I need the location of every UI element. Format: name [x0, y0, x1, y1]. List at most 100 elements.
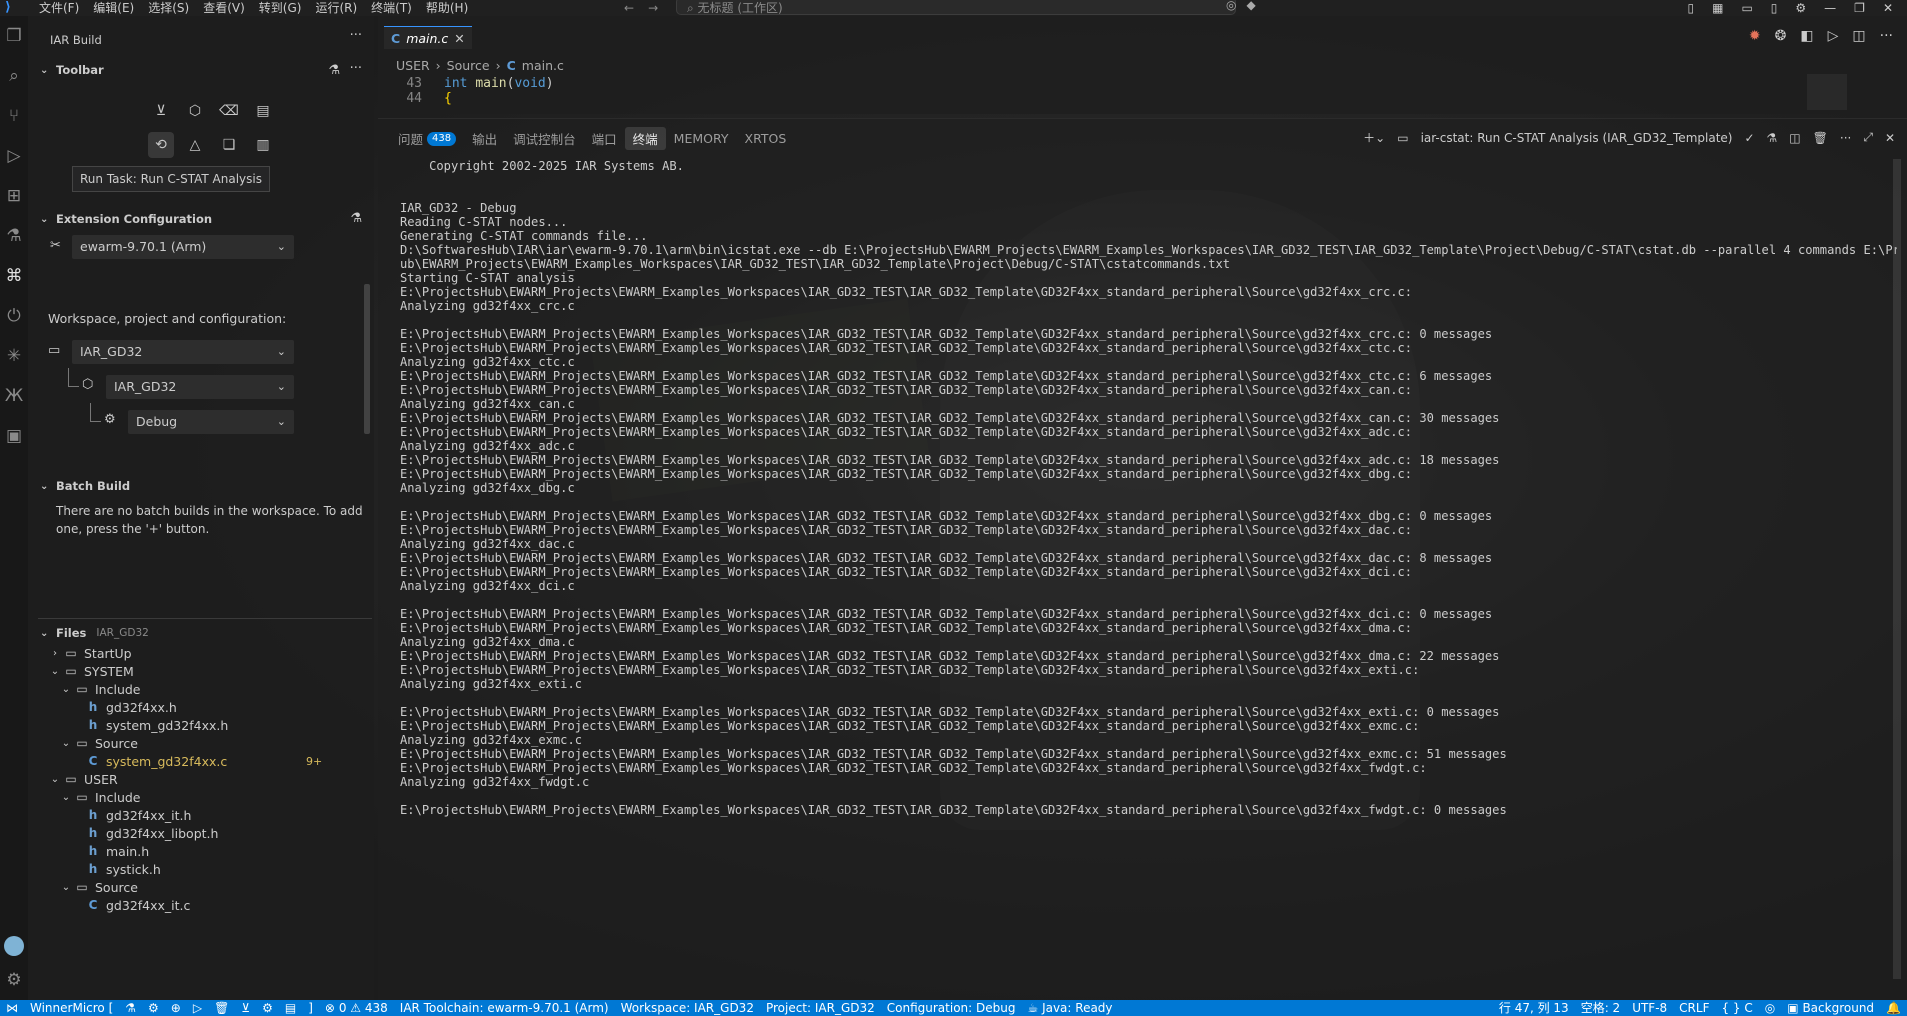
code-view[interactable]: 43 int main(void) 44{: [378, 76, 1778, 106]
account-icon[interactable]: ◆: [1246, 0, 1255, 12]
download-icon[interactable]: ⊻: [235, 1000, 256, 1016]
section-extension-config[interactable]: ⌄ Extension Configuration: [40, 212, 212, 226]
status-toolchain[interactable]: IAR Toolchain: ewarm-9.70.1 (Arm): [394, 1000, 615, 1016]
explorer-icon[interactable]: ❐: [0, 16, 28, 56]
extensions-icon[interactable]: ⊞: [0, 176, 28, 216]
terminal-name[interactable]: iar-cstat: Run C-STAT Analysis (IAR_GD32…: [1421, 131, 1733, 145]
power-icon[interactable]: ⏻: [0, 296, 28, 336]
clean-eraser-icon[interactable]: ⌫: [216, 98, 242, 124]
sidebar-scrollbar[interactable]: [364, 284, 370, 434]
testing-icon[interactable]: ⚗: [0, 216, 28, 256]
panel-tab[interactable]: 端口: [584, 127, 625, 150]
preview-icon[interactable]: ◧: [1800, 28, 1813, 44]
status-remote[interactable]: WinnerMicro [: [24, 1000, 119, 1016]
run-debug-icon[interactable]: ▷: [0, 136, 28, 176]
download-icon[interactable]: ⊻: [148, 98, 174, 124]
back-arrow-icon[interactable]: ←: [624, 0, 634, 16]
settings-icon[interactable]: ⚙: [142, 1000, 165, 1016]
minimap[interactable]: [1807, 74, 1847, 110]
run-icon[interactable]: ▷: [187, 1000, 208, 1016]
status-configuration[interactable]: Configuration: Debug: [881, 1000, 1022, 1016]
section-batch-build[interactable]: ⌄ Batch Build: [40, 479, 130, 493]
status-java[interactable]: ☕ Java: Ready: [1021, 1000, 1118, 1016]
breadcrumb-item[interactable]: USER: [396, 58, 430, 73]
terminal-scrollbar[interactable]: [1893, 159, 1901, 979]
build-icon[interactable]: ⬡: [182, 98, 208, 124]
panel-tab[interactable]: XRTOS: [737, 127, 795, 150]
section-toolbar[interactable]: ⌄ Toolbar: [40, 63, 104, 77]
status-eol[interactable]: CRLF: [1673, 1000, 1715, 1016]
warning-triangle-icon[interactable]: △: [182, 132, 208, 158]
openai-icon[interactable]: ❂: [1775, 28, 1787, 44]
manage-gear-icon[interactable]: ⚙: [0, 966, 28, 994]
minimize-icon[interactable]: —: [1824, 0, 1836, 16]
status-spaces[interactable]: 空格: 2: [1575, 1000, 1627, 1016]
copilot-icon[interactable]: ◎: [1226, 0, 1236, 12]
search-icon[interactable]: ⌕: [0, 56, 28, 96]
config-settings-icon[interactable]: ⚗: [350, 211, 362, 226]
status-workspace[interactable]: Workspace: IAR_GD32: [615, 1000, 760, 1016]
menu-item[interactable]: 终端(T): [364, 0, 419, 16]
panel-tab[interactable]: 问题 438: [390, 127, 464, 150]
menu-item[interactable]: 查看(V): [196, 0, 252, 16]
configuration-select[interactable]: Debug ⌄: [128, 410, 294, 434]
more-actions-icon[interactable]: ···: [350, 28, 362, 43]
sparkle-icon[interactable]: ✹: [1749, 28, 1761, 44]
close-icon[interactable]: ✕: [1883, 0, 1893, 16]
restore-icon[interactable]: ❐: [1854, 0, 1865, 16]
sparkle-icon[interactable]: ✳: [0, 336, 28, 376]
trash-icon[interactable]: 🗑: [208, 1000, 235, 1016]
toolbar-more-icon[interactable]: ···: [350, 61, 362, 76]
layout-secondary-icon[interactable]: ▯: [1771, 0, 1778, 16]
chip-icon[interactable]: ▣: [0, 416, 28, 456]
more-actions-icon[interactable]: ···: [1840, 131, 1851, 145]
menu-item[interactable]: 转到(G): [252, 0, 309, 16]
panel-tab[interactable]: 调试控制台: [505, 127, 584, 150]
panel-tab[interactable]: 输出: [464, 127, 505, 150]
terminal-output[interactable]: Copyright 2002-2025 IAR Systems AB. IAR_G…: [400, 159, 1897, 817]
status-encoding[interactable]: UTF-8: [1626, 1000, 1673, 1016]
remote-icon[interactable]: ⋈: [0, 1000, 24, 1016]
status-language[interactable]: { } C: [1715, 1000, 1758, 1016]
layout-panel-icon[interactable]: ▭: [1741, 0, 1752, 16]
toolchain-select[interactable]: ewarm-9.70.1 (Arm) ⌄: [72, 235, 294, 259]
menu-item[interactable]: 文件(F): [32, 0, 86, 16]
tree-file[interactable]: Cgd32f4xx_it.c: [28, 894, 191, 916]
command-center[interactable]: ⌕ 无标题 (工作区): [676, 0, 1236, 15]
xrtos-icon[interactable]: Ж: [0, 376, 28, 416]
status-project[interactable]: Project: IAR_GD32: [760, 1000, 881, 1016]
open-workspace-icon[interactable]: ▤: [250, 98, 276, 124]
copilot-icon[interactable]: ◎: [1759, 1000, 1781, 1016]
status-background[interactable]: ▣ Background: [1781, 1000, 1880, 1016]
menu-item[interactable]: 选择(S): [141, 0, 196, 16]
settings-icon[interactable]: ⚗: [1767, 131, 1778, 145]
split-terminal-icon[interactable]: ◫: [1789, 131, 1800, 145]
bell-icon[interactable]: 🔔: [1880, 1000, 1907, 1016]
run-icon[interactable]: ▷: [1828, 28, 1839, 44]
report-icon[interactable]: ▥: [250, 132, 276, 158]
breadcrumb-item[interactable]: Source: [447, 58, 490, 73]
run-cstat-icon[interactable]: ⟲: [148, 132, 174, 158]
project-select[interactable]: IAR_GD32 ⌄: [106, 375, 294, 399]
source-control-icon[interactable]: ⑂: [0, 96, 28, 136]
iar-build-icon[interactable]: ⌘: [0, 256, 28, 296]
status-problems[interactable]: ⊗ 0 ⚠ 438: [319, 1000, 394, 1016]
more-actions-icon[interactable]: ···: [1880, 28, 1893, 44]
close-panel-icon[interactable]: ✕: [1885, 131, 1895, 145]
globe-icon[interactable]: ⊕: [165, 1000, 187, 1016]
editor-tab-main-c[interactable]: C main.c ✕: [384, 26, 472, 49]
forward-arrow-icon[interactable]: →: [648, 0, 658, 16]
gear-icon[interactable]: ⚙: [256, 1000, 279, 1016]
panel-tab[interactable]: MEMORY: [666, 127, 737, 150]
close-tab-icon[interactable]: ✕: [454, 31, 464, 46]
menu-item[interactable]: 帮助(H): [419, 0, 475, 16]
trash-icon[interactable]: 🗑: [1813, 131, 1828, 145]
flask-icon[interactable]: ⚗: [119, 1000, 142, 1016]
avatar[interactable]: [4, 936, 24, 956]
status-position[interactable]: 行 47, 列 13: [1493, 1000, 1575, 1016]
section-files[interactable]: ⌄ Files IAR_GD32: [40, 626, 149, 640]
workspace-select[interactable]: IAR_GD32 ⌄: [72, 340, 294, 364]
copy-report-icon[interactable]: ❏: [216, 132, 242, 158]
menu-item[interactable]: 编辑(E): [86, 0, 141, 16]
toolbar-settings-icon[interactable]: ⚗: [328, 63, 340, 78]
